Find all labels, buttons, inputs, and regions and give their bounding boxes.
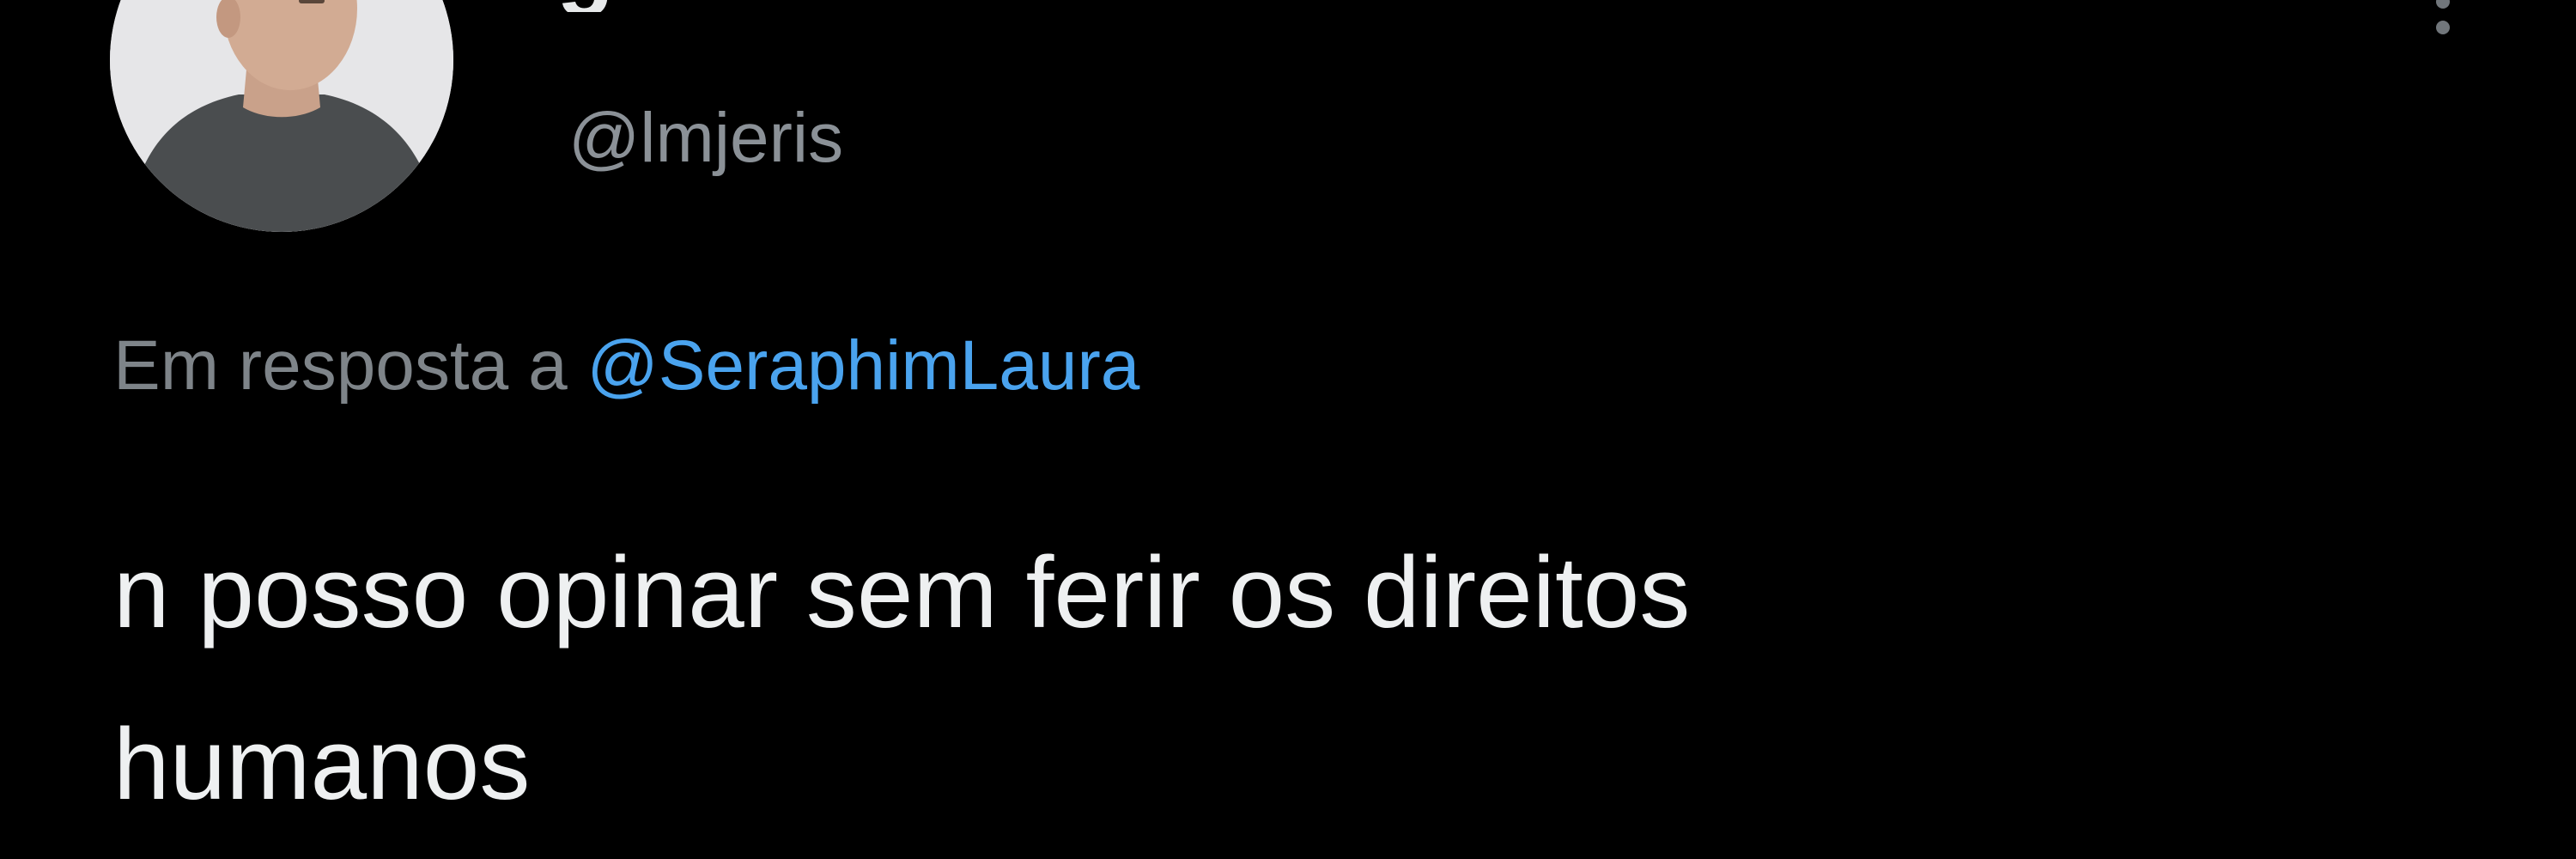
avatar[interactable] — [110, 0, 453, 232]
display-name[interactable]: g — [556, 0, 608, 12]
profile-photo — [110, 0, 453, 232]
reply-prefix: Em resposta a — [113, 326, 568, 405]
tweet-text: n posso opinar sem ferir os direitos hum… — [113, 536, 1691, 821]
user-handle[interactable]: @lmjeris — [568, 103, 843, 174]
reply-context: Em resposta a @SeraphimLaura — [113, 331, 1139, 401]
reply-mention-link[interactable]: @SeraphimLaura — [586, 326, 1139, 405]
more-vertical-icon[interactable] — [2426, 0, 2460, 52]
tweet-card: g @lmjeris Em resposta a @SeraphimLaura … — [0, 0, 2576, 859]
